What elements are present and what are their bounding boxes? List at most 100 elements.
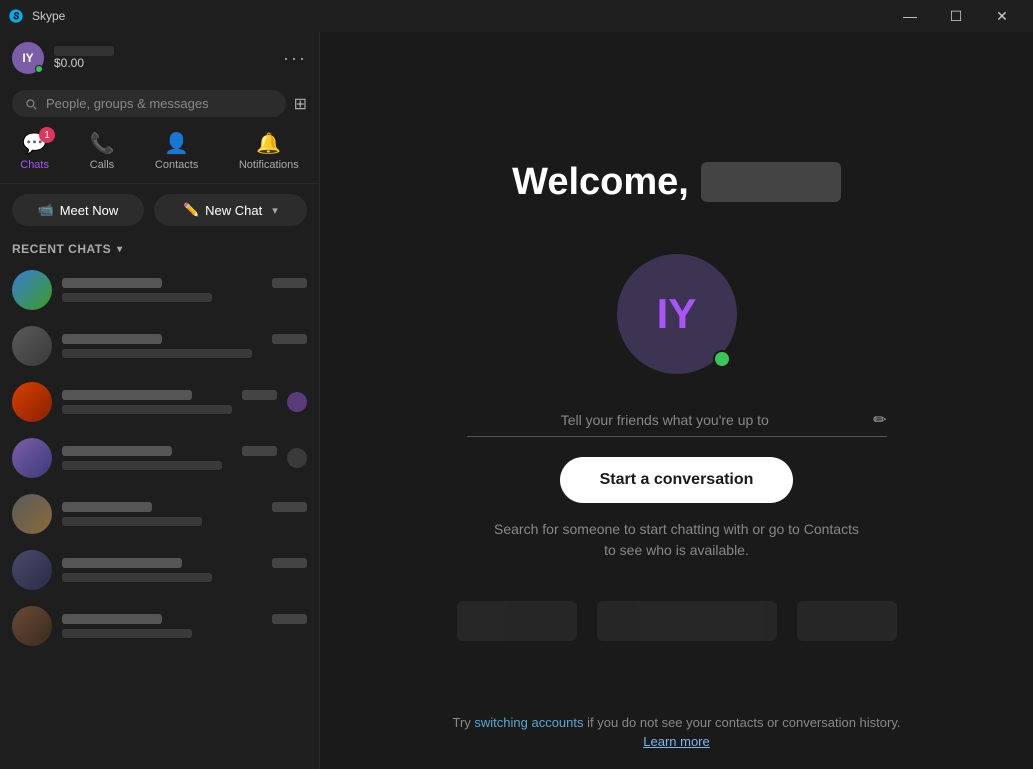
notifications-icon: 🔔 [256,131,281,156]
main-avatar[interactable]: IY [617,254,737,374]
chat-info [62,278,307,302]
profile-credit: $0.00 [54,56,273,70]
avatar [12,438,52,478]
meet-now-label: Meet Now [60,203,119,218]
unread-badge [287,448,307,468]
welcome-title: Welcome, [512,161,841,204]
avatar[interactable]: IY [12,42,44,74]
contacts-icon: 👤 [164,131,189,156]
search-input[interactable] [46,96,274,111]
nav-tabs: 1 💬 Chats 📞 Calls 👤 Contacts 🔔 Notificat… [0,123,319,184]
chat-info [62,446,277,470]
tab-calls[interactable]: 📞 Calls [78,127,127,175]
chat-name-blur [62,614,162,624]
chat-time-blur [242,390,277,400]
search-hint-text: Search for someone to start chatting wit… [487,519,867,561]
chat-preview-blur [62,573,212,582]
welcome-section: Welcome, [512,161,841,234]
blur-block-1 [457,601,577,641]
profile-info: $0.00 [54,46,273,70]
avatar [12,326,52,366]
list-item[interactable] [0,542,319,598]
status-placeholder-text: Tell your friends what you're up to [467,412,864,428]
chat-time-blur [272,334,307,344]
skype-logo-icon [8,8,24,24]
chat-info [62,390,277,414]
action-buttons: 📹 Meet Now ✏️ New Chat ▾ [0,184,319,236]
unread-badge [287,392,307,412]
chat-time-blur [242,446,277,456]
contacts-label: Contacts [155,159,198,171]
more-options-button[interactable]: ··· [283,48,307,69]
maximize-button[interactable]: ☐ [933,0,979,32]
footer-suffix: if you do not see your contacts or conve… [584,715,901,730]
search-bar[interactable] [12,90,286,117]
window-controls: — ☐ ✕ [887,0,1025,32]
sidebar: IY $0.00 ··· ⊞ 1 💬 Chats [0,32,320,769]
avatar-initials: IY [22,51,33,65]
chat-time-blur [272,502,307,512]
main-content: Welcome, IY Tell your friends what you'r… [320,32,1033,769]
new-chat-label: New Chat [205,203,262,218]
app-title: Skype [32,9,65,23]
recent-chats-header[interactable]: RECENT CHATS ▾ [0,236,319,262]
search-icon [24,97,38,111]
search-row: ⊞ [0,84,319,123]
footer-prefix: Try [452,715,474,730]
recent-chats-chevron-icon: ▾ [117,244,123,255]
new-chat-compose-icon: ✏️ [183,202,199,218]
chat-preview-blur [62,349,252,358]
chat-time-blur [272,614,307,624]
grid-icon[interactable]: ⊞ [294,94,307,114]
switching-accounts-link[interactable]: switching accounts [474,715,583,730]
bottom-blurred-content [457,601,897,641]
chat-name-blur [62,390,192,400]
meet-now-button[interactable]: 📹 Meet Now [12,194,144,226]
list-item[interactable] [0,318,319,374]
new-chat-chevron-icon: ▾ [272,204,278,217]
chat-preview-blur [62,517,202,526]
list-item[interactable] [0,262,319,318]
list-item[interactable] [0,486,319,542]
chat-preview-blur [62,461,222,470]
main-avatar-initials: IY [657,290,697,338]
chats-label: Chats [20,159,49,171]
list-item[interactable] [0,430,319,486]
chat-preview-blur [62,405,232,414]
meet-now-icon: 📹 [38,202,54,218]
list-item[interactable] [0,598,319,654]
edit-status-icon[interactable]: ✏ [873,410,886,430]
avatar [12,270,52,310]
chat-preview-blur [62,293,212,302]
chat-time-blur [272,558,307,568]
chat-name-blur [62,502,152,512]
avatar [12,494,52,534]
close-button[interactable]: ✕ [979,0,1025,32]
title-bar: Skype — ☐ ✕ [0,0,1033,32]
tab-notifications[interactable]: 🔔 Notifications [227,127,311,175]
notifications-label: Notifications [239,159,299,171]
avatar [12,382,52,422]
tab-chats[interactable]: 1 💬 Chats [8,127,61,175]
calls-icon: 📞 [90,131,115,156]
blur-block-3 [797,601,897,641]
app-body: IY $0.00 ··· ⊞ 1 💬 Chats [0,32,1033,769]
chat-time-blur [272,278,307,288]
new-chat-button[interactable]: ✏️ New Chat ▾ [154,194,307,226]
online-status-dot [35,65,43,73]
learn-more-link[interactable]: Learn more [320,734,1033,749]
main-online-status-dot [713,350,731,368]
avatar [12,606,52,646]
avatar-section: IY [617,254,737,374]
main-footer: Try switching accounts if you do not see… [320,715,1033,749]
chat-name-blur [62,278,162,288]
chat-preview-blur [62,629,192,638]
recent-chats-label: RECENT CHATS [12,242,111,256]
start-conversation-button[interactable]: Start a conversation [560,457,794,503]
profile-row: IY $0.00 ··· [0,32,319,84]
list-item[interactable] [0,374,319,430]
chat-info [62,334,307,358]
tab-contacts[interactable]: 👤 Contacts [143,127,210,175]
chat-list [0,262,319,769]
minimize-button[interactable]: — [887,0,933,32]
